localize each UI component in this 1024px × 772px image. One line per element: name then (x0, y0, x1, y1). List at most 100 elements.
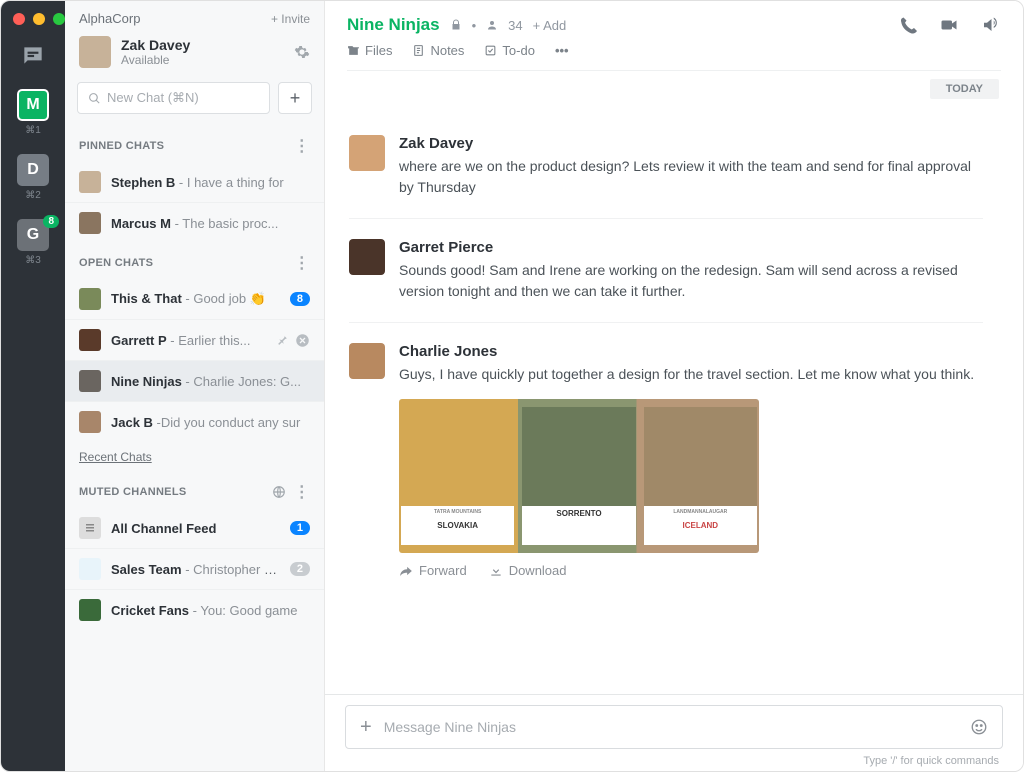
chat-preview: - Christopher J: d. (182, 562, 280, 577)
chat-name: Stephen B (111, 175, 175, 190)
todo-icon (484, 44, 497, 57)
minimize-window[interactable] (33, 13, 45, 25)
chat-preview: -Did you conduct any sur (153, 415, 300, 430)
chat-item[interactable]: All Channel Feed 1 (65, 508, 324, 548)
globe-icon[interactable] (272, 485, 286, 499)
workspace-shortcut: ⌘2 (25, 190, 41, 201)
tab-label: Files (365, 43, 392, 58)
more-icon[interactable]: ••• (555, 43, 569, 58)
new-chat-button[interactable]: + (278, 82, 312, 114)
member-count[interactable]: 34 (508, 18, 522, 33)
chat-avatar (79, 411, 101, 433)
user-status[interactable]: Available (121, 53, 284, 67)
emoji-icon[interactable] (970, 718, 988, 736)
more-icon[interactable]: ⋮ (294, 136, 310, 156)
download-icon (489, 564, 503, 578)
gear-icon[interactable] (294, 44, 310, 60)
section-open: OPEN CHATS (79, 257, 153, 269)
date-divider: TODAY (930, 79, 999, 99)
chat-item[interactable]: This & That - Good job 👏 8 (65, 279, 324, 319)
attachment-image[interactable]: TATRA MOUNTAINSSLOVAKIA SORRENTO LANDMAN… (399, 399, 759, 553)
card-title: ICELAND (644, 518, 757, 533)
chat-avatar (79, 599, 101, 621)
message-avatar[interactable] (349, 343, 385, 379)
workspace-name: AlphaCorp (79, 11, 140, 26)
chat-preview: - Good job 👏 (182, 291, 266, 306)
unread-badge: 8 (290, 292, 310, 306)
recent-chats-link[interactable]: Recent Chats (65, 442, 324, 472)
composer: + Message Nine Ninjas Type '/' for quick… (325, 694, 1023, 771)
forward-icon (399, 564, 413, 578)
traffic-lights[interactable] (13, 13, 65, 25)
chat-name: Jack B (111, 415, 153, 430)
message-input[interactable]: + Message Nine Ninjas (345, 705, 1003, 749)
message-avatar[interactable] (349, 135, 385, 171)
more-icon[interactable]: ⋮ (294, 253, 310, 273)
tab-todo[interactable]: To-do (484, 43, 535, 58)
chat-avatar (79, 558, 101, 580)
message: Charlie Jones Guys, I have quickly put t… (349, 333, 983, 598)
feed-icon (79, 517, 101, 539)
tab-notes[interactable]: Notes (412, 43, 464, 58)
chat-name: Cricket Fans (111, 603, 189, 618)
chat-avatar (79, 212, 101, 234)
user-avatar[interactable] (79, 36, 111, 68)
more-icon[interactable]: ⋮ (294, 482, 310, 502)
video-icon[interactable] (939, 16, 959, 34)
person-icon (486, 19, 498, 31)
plus-icon[interactable]: + (360, 716, 372, 739)
chat-item[interactable]: Garrett P - Earlier this... (65, 319, 324, 360)
chat-item[interactable]: Stephen B - I have a thing for (65, 162, 324, 202)
workspace-letter: M (26, 96, 39, 114)
message-author[interactable]: Zak Davey (399, 135, 983, 152)
search-icon (88, 92, 101, 105)
chat-item[interactable]: Cricket Fans - You: Good game (65, 589, 324, 630)
search-input[interactable]: New Chat (⌘N) (77, 82, 270, 114)
forward-button[interactable]: Forward (399, 563, 467, 578)
download-button[interactable]: Download (489, 563, 567, 578)
chat-item-active[interactable]: Nine Ninjas - Charlie Jones: G... (65, 360, 324, 401)
workspace-tile-1[interactable]: M (17, 89, 49, 121)
unread-badge: 2 (290, 562, 310, 576)
message: Zak Davey where are we on the product de… (349, 125, 983, 219)
lock-icon (450, 19, 462, 31)
speaker-icon[interactable] (981, 16, 999, 34)
workspace-tile-2[interactable]: D (17, 154, 49, 186)
main-panel: Nine Ninjas • 34 + Add Files (325, 1, 1023, 771)
search-placeholder: New Chat (⌘N) (107, 90, 199, 106)
message-text: where are we on the product design? Lets… (399, 156, 983, 198)
tab-label: Notes (430, 43, 464, 58)
chat-avatar (79, 171, 101, 193)
close-icon[interactable] (295, 333, 310, 348)
invite-button[interactable]: + Invite (271, 12, 310, 26)
card-sub: LANDMANNALAUGAR (644, 506, 757, 518)
workspace-tile-3[interactable]: G 8 (17, 219, 49, 251)
maximize-window[interactable] (53, 13, 65, 25)
workspace-shortcut: ⌘3 (25, 255, 41, 266)
chat-item[interactable]: Marcus M - The basic proc... (65, 202, 324, 243)
close-window[interactable] (13, 13, 25, 25)
message-text: Guys, I have quickly put together a desi… (399, 364, 983, 385)
card-title: SORRENTO (522, 506, 635, 521)
channel-name[interactable]: Nine Ninjas (347, 15, 440, 35)
message-avatar[interactable] (349, 239, 385, 275)
workspace-shortcut: ⌘1 (25, 125, 41, 136)
pin-icon[interactable] (276, 333, 289, 346)
message-author[interactable]: Garret Pierce (399, 239, 983, 256)
card-sub: TATRA MOUNTAINS (401, 506, 514, 518)
chat-name: Garrett P (111, 333, 167, 348)
chat-item[interactable]: Sales Team - Christopher J: d. 2 (65, 548, 324, 589)
card-title: SLOVAKIA (401, 518, 514, 533)
composer-hint: Type '/' for quick commands (345, 755, 1003, 767)
action-label: Download (509, 563, 567, 578)
sidebar: AlphaCorp + Invite Zak Davey Available N… (65, 1, 325, 771)
user-name: Zak Davey (121, 37, 284, 53)
chat-item[interactable]: Jack B -Did you conduct any sur (65, 401, 324, 442)
tab-files[interactable]: Files (347, 43, 392, 58)
phone-icon[interactable] (899, 16, 917, 34)
workspace-letter: D (27, 161, 39, 179)
add-member-button[interactable]: + Add (533, 18, 567, 33)
message-author[interactable]: Charlie Jones (399, 343, 983, 360)
message-list: Zak Davey where are we on the product de… (325, 99, 1023, 694)
attachment[interactable]: TATRA MOUNTAINSSLOVAKIA SORRENTO LANDMAN… (399, 399, 759, 578)
